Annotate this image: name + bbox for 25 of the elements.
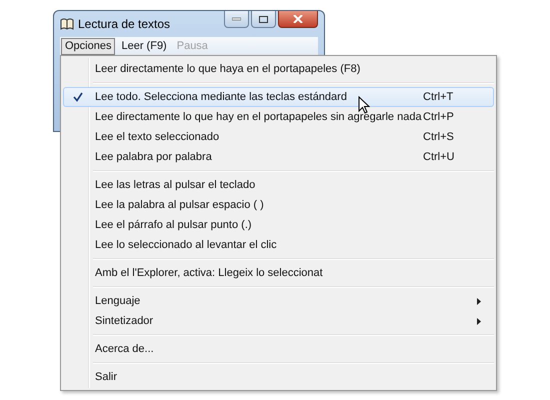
- menu-item[interactable]: Lee la palabra al pulsar espacio ( ): [63, 195, 494, 215]
- menu-item[interactable]: Lee el párrafo al pulsar punto (.): [63, 215, 494, 235]
- mouse-pointer-icon: [358, 96, 370, 114]
- menu-item[interactable]: Amb el l'Explorer, activa: Llegeix lo seleccionat: [63, 263, 494, 283]
- maximize-button[interactable]: [251, 11, 276, 28]
- minimize-button[interactable]: [224, 11, 249, 28]
- close-button[interactable]: [278, 11, 318, 28]
- menu-item[interactable]: Sintetizador: [63, 311, 494, 331]
- menu-bar-item[interactable]: Leer (F9): [117, 38, 171, 54]
- window-title: Lectura de textos: [78, 17, 170, 31]
- menu-item[interactable]: Leer directamente lo que haya en el portapapeles (F8): [63, 59, 494, 79]
- menu-item[interactable]: Acerca de...: [63, 339, 494, 359]
- menu-item[interactable]: Lenguaje: [63, 291, 494, 311]
- menu-item[interactable]: Lee directamente lo que hay en el portapapeles sin agregarle nadaCtrl+P: [63, 107, 494, 127]
- menu-bar-item[interactable]: Opciones: [61, 38, 116, 54]
- menu-item[interactable]: Salir: [63, 367, 494, 387]
- menu-item[interactable]: Lee lo seleccionado al levantar el clic: [63, 235, 494, 255]
- menu-item[interactable]: Lee todo. Selecciona mediante las teclas estándard Ctrl+T: [63, 87, 494, 107]
- minimize-icon: [232, 17, 241, 21]
- menu-item[interactable]: Lee palabra por palabra Ctrl+U: [63, 147, 494, 167]
- menu-item[interactable]: Lee las letras al pulsar el teclado: [63, 175, 494, 195]
- menu-item[interactable]: Lee el texto seleccionado Ctrl+S: [63, 127, 494, 147]
- maximize-icon: [259, 16, 268, 22]
- book-icon: [60, 18, 74, 30]
- close-icon: [293, 15, 303, 23]
